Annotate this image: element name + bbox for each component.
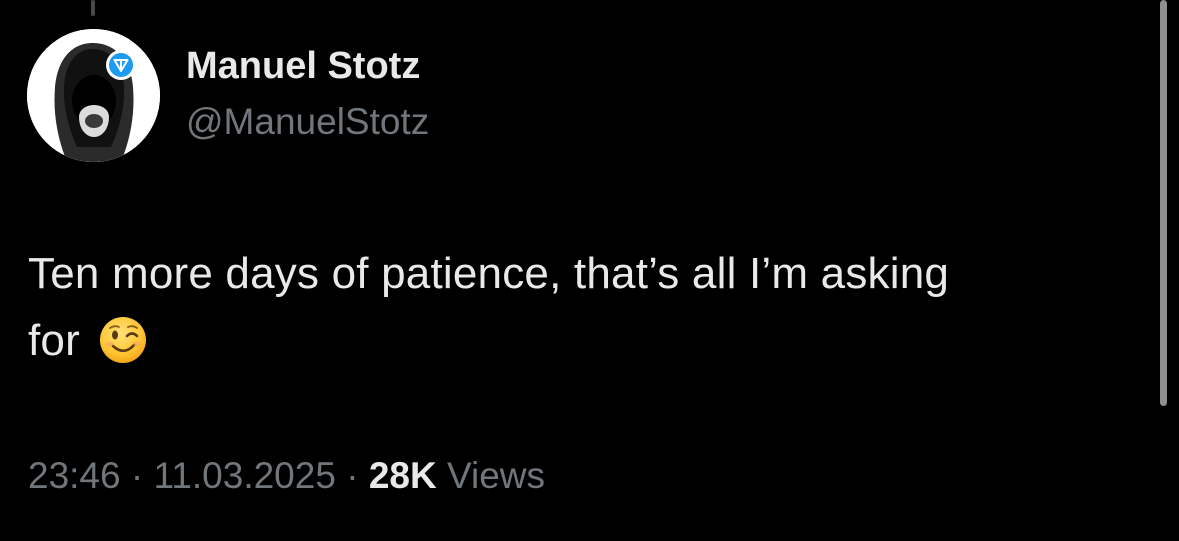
tweet-time[interactable]: 23:46	[28, 455, 121, 496]
scrollbar[interactable]	[1160, 0, 1167, 406]
winking-face-emoji-icon	[98, 315, 148, 365]
avatar[interactable]	[27, 29, 160, 162]
hooded-figure-avatar-icon	[27, 29, 160, 162]
author-handle[interactable]: @ManuelStotz	[186, 98, 429, 146]
tweet-header: Manuel Stotz @ManuelStotz	[186, 42, 429, 146]
tweet-meta: 23:46 · 11.03.2025 · 28K Views	[28, 452, 545, 500]
tweet-text-line-2: for	[28, 316, 80, 365]
tweet-text: Ten more days of patience, that’s all I’…	[28, 240, 1138, 374]
meta-separator: ·	[346, 455, 359, 496]
tweet-text-line-1: Ten more days of patience, that’s all I’…	[28, 249, 950, 298]
tweet-date[interactable]: 11.03.2025	[153, 455, 335, 496]
thread-connector-line	[91, 0, 95, 16]
meta-separator: ·	[130, 455, 144, 496]
author-display-name[interactable]: Manuel Stotz	[186, 42, 429, 90]
views-count[interactable]: 28K	[369, 455, 437, 496]
views-label[interactable]: Views	[447, 455, 545, 496]
